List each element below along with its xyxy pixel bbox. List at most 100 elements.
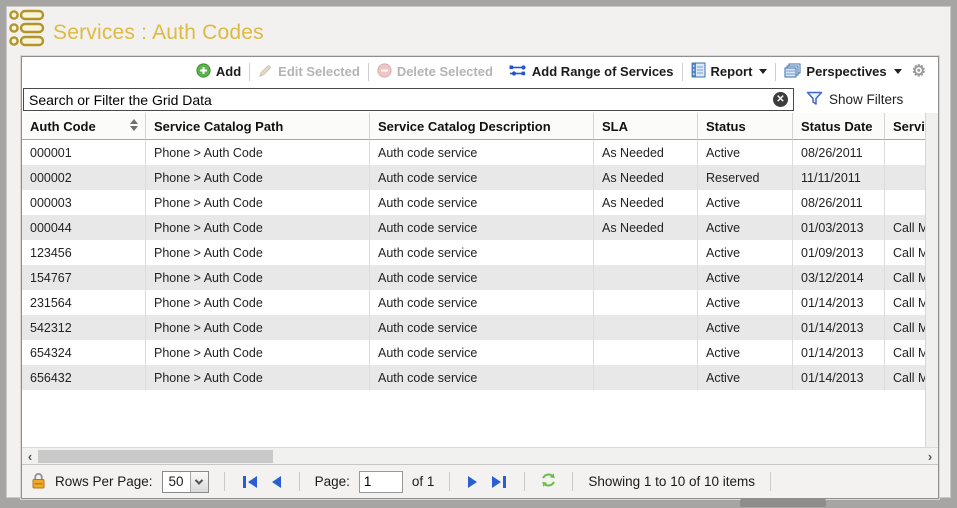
table-cell: Call Manag: [885, 240, 925, 265]
column-header-sla[interactable]: SLA: [594, 113, 698, 140]
page-title: Services : Auth Codes: [53, 21, 264, 45]
delete-selected-button[interactable]: Delete Selected: [369, 63, 501, 81]
table-row[interactable]: 000002Phone > Auth CodeAuth code service…: [22, 165, 925, 190]
separator: [299, 472, 300, 491]
table-cell: 000003: [22, 190, 146, 215]
column-header-status[interactable]: Status: [698, 113, 793, 140]
table-cell: 154767: [22, 265, 146, 290]
table-cell: Phone > Auth Code: [146, 265, 370, 290]
column-header-service-catalog-path[interactable]: Service Catalog Path: [146, 113, 370, 140]
table-cell: Active: [698, 315, 793, 340]
column-header-service-catalog-description[interactable]: Service Catalog Description: [370, 113, 594, 140]
table-row[interactable]: 231564Phone > Auth CodeAuth code service…: [22, 290, 925, 315]
table-cell: Phone > Auth Code: [146, 315, 370, 340]
table-cell: Phone > Auth Code: [146, 365, 370, 390]
page-number-input[interactable]: [359, 471, 403, 493]
perspectives-button[interactable]: Perspectives: [776, 63, 909, 81]
table-cell: 08/26/2011: [793, 140, 885, 165]
table-row[interactable]: 123456Phone > Auth CodeAuth code service…: [22, 240, 925, 265]
scrollbar-thumb[interactable]: [38, 450, 273, 463]
toolbar: Add Edit Selected: [22, 57, 938, 86]
column-header-service-host[interactable]: Service H: [885, 113, 925, 140]
chevron-down-icon: [759, 69, 767, 74]
scroll-left-arrow[interactable]: ‹: [22, 449, 38, 464]
table-cell: Active: [698, 140, 793, 165]
table-cell: 11/11/2011: [793, 165, 885, 190]
delete-icon: [377, 63, 392, 81]
next-triangle-icon: [492, 476, 501, 488]
table-row[interactable]: 000003Phone > Auth CodeAuth code service…: [22, 190, 925, 215]
search-input[interactable]: [24, 92, 773, 108]
add-button[interactable]: Add: [188, 63, 249, 81]
combo-dropdown-button[interactable]: [190, 472, 208, 492]
edit-selected-button[interactable]: Edit Selected: [250, 63, 368, 81]
table-cell: Call Manag: [885, 215, 925, 240]
refresh-icon[interactable]: [540, 472, 557, 491]
table-cell: Phone > Auth Code: [146, 340, 370, 365]
table-cell: 000044: [22, 215, 146, 240]
lock-icon[interactable]: [31, 472, 46, 492]
page-of-label: of 1: [412, 474, 435, 489]
next-page-button[interactable]: [465, 476, 480, 488]
perspectives-icon: [784, 63, 801, 81]
outer-scrollbar-thumb[interactable]: [740, 499, 826, 507]
report-button[interactable]: Report: [683, 62, 776, 81]
report-label: Report: [711, 64, 753, 79]
table-row[interactable]: 542312Phone > Auth CodeAuth code service…: [22, 315, 925, 340]
vertical-scrollbar[interactable]: [925, 113, 938, 447]
rows-per-page-label: Rows Per Page:: [55, 474, 153, 489]
chevron-down-icon: [894, 69, 902, 74]
table-cell: [594, 265, 698, 290]
scrollbar-track[interactable]: [38, 449, 922, 464]
table-cell: Phone > Auth Code: [146, 140, 370, 165]
table-cell: As Needed: [594, 140, 698, 165]
table-row[interactable]: 154767Phone > Auth CodeAuth code service…: [22, 265, 925, 290]
table-cell: 000001: [22, 140, 146, 165]
gear-icon[interactable]: ⚙: [910, 64, 932, 80]
table-header: Auth Code Service Catalog Path Service C…: [22, 113, 925, 140]
table-row[interactable]: 000044Phone > Auth CodeAuth code service…: [22, 215, 925, 240]
table-cell: Auth code service: [370, 240, 594, 265]
first-page-button[interactable]: [240, 476, 260, 488]
separator: [449, 472, 450, 491]
add-icon: [196, 63, 211, 81]
last-page-button[interactable]: [489, 476, 509, 488]
table-cell: Call Manag: [885, 290, 925, 315]
table-cell: Reserved: [698, 165, 793, 190]
search-box: ✕: [23, 88, 794, 111]
sort-up-arrow: [130, 119, 138, 124]
scroll-right-arrow[interactable]: ›: [922, 449, 938, 464]
add-range-of-services-button[interactable]: Add Range of Services: [501, 64, 682, 80]
table-cell: As Needed: [594, 215, 698, 240]
sort-down-arrow: [130, 126, 138, 131]
table-cell: Active: [698, 215, 793, 240]
rows-per-page-select[interactable]: 50: [162, 471, 209, 493]
table-cell: Phone > Auth Code: [146, 290, 370, 315]
page-label: Page:: [315, 474, 350, 489]
table-cell: Auth code service: [370, 265, 594, 290]
clear-search-icon[interactable]: ✕: [773, 92, 788, 107]
table-row[interactable]: 656432Phone > Auth CodeAuth code service…: [22, 365, 925, 390]
column-header-auth-code[interactable]: Auth Code: [22, 113, 146, 140]
next-triangle-icon: [468, 476, 477, 488]
showing-items-text: Showing 1 to 10 of 10 items: [588, 474, 755, 489]
table-cell: [885, 165, 925, 190]
show-filters-label: Show Filters: [829, 92, 903, 107]
table-cell: Active: [698, 265, 793, 290]
title-bar: Services : Auth Codes: [7, 7, 950, 54]
table-cell: 654324: [22, 340, 146, 365]
column-header-status-date[interactable]: Status Date: [793, 113, 885, 140]
table-cell: As Needed: [594, 190, 698, 215]
table-row[interactable]: 654324Phone > Auth CodeAuth code service…: [22, 340, 925, 365]
table-row[interactable]: 000001Phone > Auth CodeAuth code service…: [22, 140, 925, 165]
table-cell: Active: [698, 290, 793, 315]
sort-icon[interactable]: [130, 119, 138, 131]
table-cell: Auth code service: [370, 215, 594, 240]
table-cell: 03/12/2014: [793, 265, 885, 290]
previous-page-button[interactable]: [269, 476, 284, 488]
show-filters-button[interactable]: Show Filters: [806, 91, 934, 109]
table-cell: 000002: [22, 165, 146, 190]
chevron-down-icon: [195, 476, 203, 484]
horizontal-scrollbar[interactable]: ‹ ›: [22, 447, 938, 464]
table-cell: [885, 140, 925, 165]
